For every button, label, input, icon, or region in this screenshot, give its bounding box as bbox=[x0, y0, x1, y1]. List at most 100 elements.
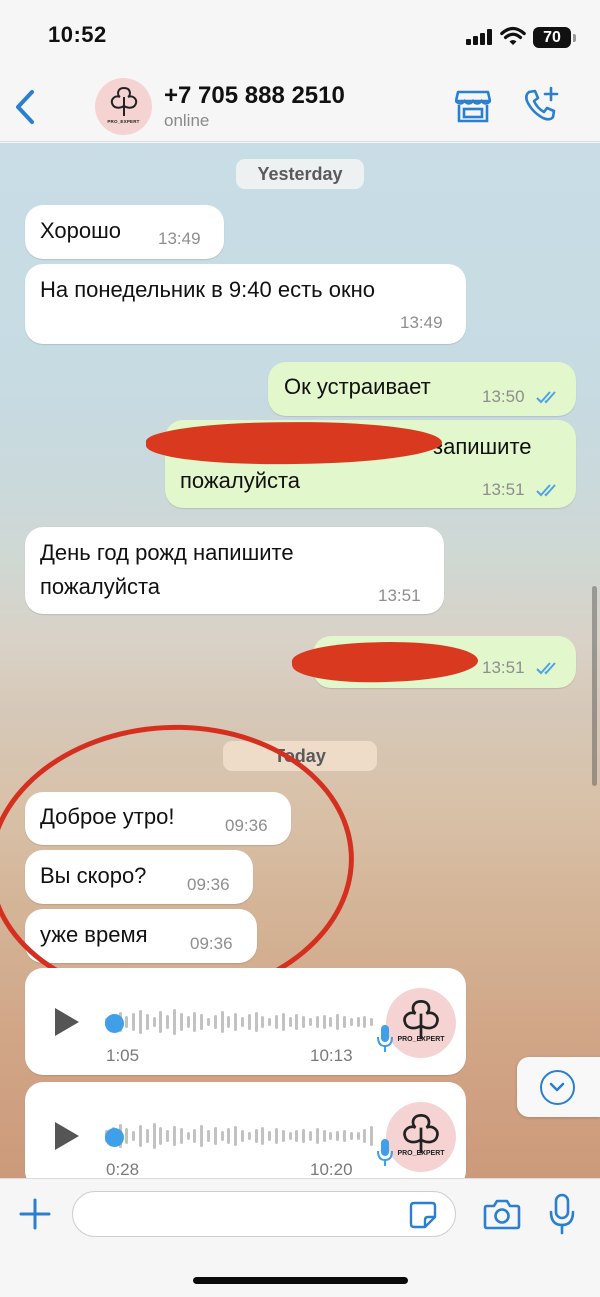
waveform-bar bbox=[200, 1014, 204, 1030]
waveform-bar bbox=[356, 1132, 360, 1140]
avatar-caption: PRO_EXPERT bbox=[107, 119, 140, 124]
waveform-bar bbox=[200, 1125, 204, 1147]
message-time: 13:49 bbox=[158, 229, 201, 248]
waveform-bar bbox=[275, 1128, 278, 1144]
message-text: Ок устраивает bbox=[284, 374, 431, 399]
voice-message[interactable]: 0:28 10:20 PRO_EXPERT bbox=[25, 1082, 466, 1178]
waveform-bar bbox=[159, 1127, 163, 1145]
waveform-bar bbox=[254, 1129, 258, 1143]
message-text: День год рожд напишите bbox=[40, 540, 294, 565]
playback-handle[interactable] bbox=[105, 1128, 124, 1147]
waveform-bar bbox=[139, 1125, 142, 1147]
waveform-bar bbox=[356, 1017, 360, 1027]
waveform-bar bbox=[247, 1132, 251, 1140]
play-icon[interactable] bbox=[55, 1008, 79, 1036]
chat-area[interactable]: Yesterday Хорошо 13:49 На понедельник в … bbox=[0, 143, 600, 1178]
waveform-bar bbox=[247, 1014, 251, 1030]
sticker-icon[interactable] bbox=[408, 1200, 438, 1230]
waveform-bar bbox=[159, 1011, 163, 1033]
waveform-bar bbox=[302, 1129, 306, 1143]
waveform-bar bbox=[329, 1017, 333, 1027]
waveform-bar bbox=[261, 1127, 265, 1145]
waveform-bar bbox=[281, 1013, 285, 1031]
contact-name[interactable]: +7 705 888 2510 bbox=[164, 82, 345, 110]
avatar-caption: PRO_EXPERT bbox=[397, 1036, 445, 1043]
plus-icon[interactable] bbox=[18, 1197, 52, 1231]
read-ticks-icon bbox=[536, 391, 556, 404]
message-bubble-incoming[interactable]: Хорошо 13:49 bbox=[25, 205, 224, 259]
waveform-bar bbox=[295, 1014, 299, 1030]
waveform-bar bbox=[145, 1014, 149, 1030]
shop-icon[interactable] bbox=[455, 88, 491, 124]
sender-avatar: PRO_EXPERT bbox=[386, 988, 456, 1058]
waveform-bar bbox=[309, 1131, 312, 1141]
scrollbar[interactable] bbox=[592, 586, 597, 786]
waveform[interactable] bbox=[105, 1118, 381, 1154]
waveform-bar bbox=[166, 1015, 170, 1029]
message-time: 13:49 bbox=[400, 313, 443, 332]
camera-icon[interactable] bbox=[483, 1197, 521, 1231]
battery-tip bbox=[573, 34, 576, 42]
message-bubble-outgoing[interactable]: Ок устраивает 13:50 bbox=[268, 362, 576, 416]
home-indicator[interactable] bbox=[193, 1277, 408, 1284]
waveform-bar bbox=[322, 1130, 326, 1142]
battery-icon: 70 bbox=[533, 27, 571, 48]
waveform-bar bbox=[288, 1132, 292, 1140]
status-time: 10:52 bbox=[48, 22, 107, 47]
waveform-bar bbox=[166, 1130, 170, 1142]
message-text: На понедельник в 9:40 есть окно bbox=[40, 277, 375, 302]
waveform-bar bbox=[234, 1013, 238, 1031]
message-text-line2: пожалуйста bbox=[180, 468, 301, 493]
playback-handle[interactable] bbox=[105, 1014, 124, 1033]
read-ticks-icon bbox=[536, 484, 556, 497]
waveform-bar bbox=[322, 1015, 326, 1029]
waveform-bar bbox=[213, 1015, 217, 1029]
waveform-bar bbox=[213, 1127, 217, 1145]
play-icon[interactable] bbox=[55, 1122, 79, 1150]
waveform-bar bbox=[207, 1018, 210, 1026]
waveform-bar bbox=[145, 1129, 149, 1143]
waveform-bar bbox=[343, 1130, 346, 1142]
voice-duration: 0:28 bbox=[106, 1160, 140, 1178]
scroll-to-bottom-button[interactable] bbox=[517, 1057, 600, 1117]
waveform-bar bbox=[234, 1126, 238, 1146]
message-time: 13:51 bbox=[378, 586, 421, 605]
waveform-bar bbox=[281, 1130, 285, 1142]
waveform-bar bbox=[241, 1017, 244, 1027]
waveform-bar bbox=[315, 1128, 319, 1144]
message-time: 13:50 bbox=[482, 387, 525, 406]
message-time: 13:51 bbox=[482, 658, 525, 677]
voice-message[interactable]: 1:05 10:13 PRO_EXPERT bbox=[25, 968, 466, 1075]
waveform-bar bbox=[295, 1130, 299, 1142]
waveform-bar bbox=[132, 1131, 136, 1141]
sender-avatar: PRO_EXPERT bbox=[386, 1102, 456, 1172]
clinic-logo-icon bbox=[110, 86, 138, 116]
add-call-button[interactable] bbox=[522, 86, 560, 124]
microphone-icon bbox=[377, 1139, 393, 1166]
contact-avatar[interactable]: PRO_EXPERT bbox=[95, 78, 152, 135]
waveform-bar bbox=[186, 1016, 190, 1028]
contact-status: online bbox=[164, 111, 210, 130]
waveform-bar bbox=[186, 1132, 190, 1140]
waveform-bar bbox=[336, 1014, 340, 1030]
waveform[interactable] bbox=[105, 1004, 381, 1040]
waveform-bar bbox=[193, 1012, 197, 1032]
back-button[interactable] bbox=[10, 88, 40, 126]
waveform-bar bbox=[173, 1126, 176, 1146]
microphone-icon[interactable] bbox=[547, 1193, 577, 1235]
message-bubble-incoming[interactable]: На понедельник в 9:40 есть окно 13:49 bbox=[25, 264, 466, 344]
waveform-bar bbox=[193, 1129, 197, 1143]
waveform-bar bbox=[207, 1130, 210, 1142]
message-bubble-incoming[interactable]: День год рожд напишите пожалуйста 13:51 bbox=[25, 527, 444, 614]
waveform-bar bbox=[268, 1131, 272, 1141]
message-time: 13:51 bbox=[482, 480, 525, 499]
message-input[interactable] bbox=[72, 1191, 456, 1237]
waveform-bar bbox=[363, 1016, 367, 1028]
waveform-bar bbox=[268, 1018, 272, 1026]
waveform-bar bbox=[179, 1128, 183, 1144]
voice-time: 10:13 bbox=[310, 1046, 353, 1065]
avatar-caption: PRO_EXPERT bbox=[397, 1150, 445, 1157]
message-text: запишите bbox=[433, 434, 532, 459]
waveform-bar bbox=[132, 1013, 136, 1031]
waveform-bar bbox=[254, 1012, 258, 1032]
